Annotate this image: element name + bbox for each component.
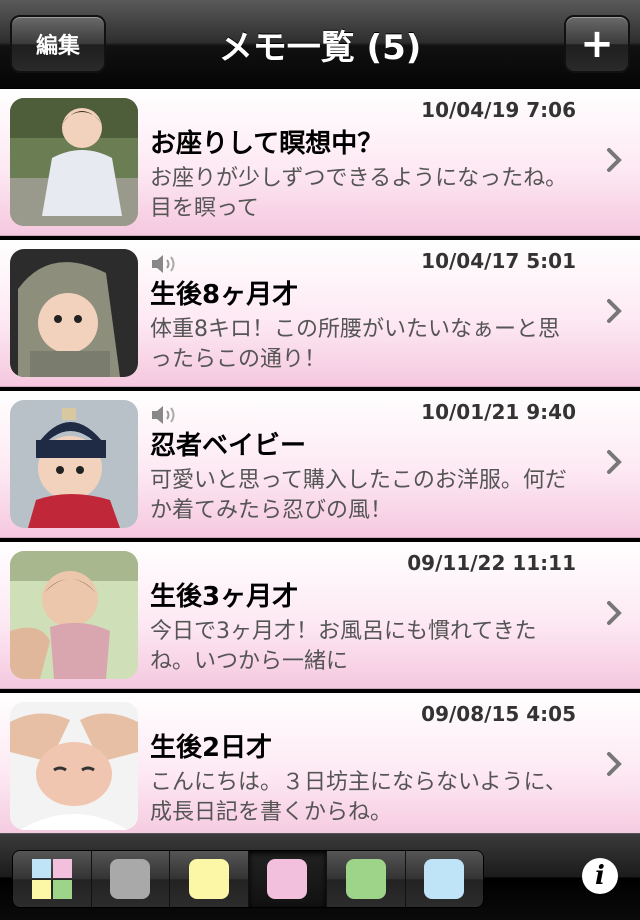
speaker-icon (152, 255, 175, 273)
memo-photo (10, 98, 138, 226)
edit-button[interactable]: 編集 (10, 15, 106, 73)
memo-body: こんにちは。３日坊主にならないように、成長日記を書くからね。 (150, 770, 567, 825)
memo-date: 09/08/15 4:05 (421, 702, 576, 726)
memo-body: 今日で3ヶ月才！お風呂にも慣れてきたね。いつから一緒に (150, 619, 537, 674)
memo-row[interactable]: 09/08/15 4:05 生後2日才 こんにちは。３日坊主にならないように、成… (0, 693, 640, 840)
chevron-right-icon (607, 601, 622, 625)
color-filter-segmented-control (12, 850, 484, 908)
memo-row[interactable]: 10/04/19 7:06 お座りして瞑想中？ お座りが少しずつできるようになっ… (0, 89, 640, 236)
filter-yellow-button[interactable] (170, 851, 249, 907)
memo-body: 体重8キロ！この所腰がいたいなぁーと思ったらこの通り！ (150, 317, 560, 372)
color-grid-icon (31, 859, 72, 899)
memo-photo (10, 249, 138, 377)
green-swatch (345, 859, 386, 899)
bottom-toolbar: i (0, 833, 640, 920)
memo-body: お座りが少しずつできるようになったね。目を瞑って (150, 166, 568, 221)
speaker-icon (152, 406, 175, 424)
blue-swatch (424, 859, 465, 899)
memo-title: 忍者ベイビー (150, 431, 307, 461)
memo-title: 生後2日才 (150, 733, 273, 763)
memo-photo (10, 702, 138, 830)
chevron-right-icon (607, 752, 622, 776)
add-memo-button[interactable]: + (564, 15, 630, 73)
memo-date: 10/04/19 7:06 (421, 98, 576, 122)
filter-all-button[interactable] (13, 851, 92, 907)
info-button[interactable]: i (582, 858, 618, 894)
gray-swatch (110, 859, 151, 899)
filter-green-button[interactable] (327, 851, 406, 907)
memo-date: 09/11/22 11:11 (407, 551, 576, 575)
chevron-right-icon (607, 299, 622, 323)
filter-blue-button[interactable] (405, 851, 483, 907)
memo-row[interactable]: 10/04/17 5:01 生後8ヶ月才 体重8キロ！この所腰がいたいなぁーと思… (0, 240, 640, 387)
chevron-right-icon (607, 450, 622, 474)
yellow-swatch (188, 859, 229, 899)
memo-date: 10/01/21 9:40 (421, 400, 576, 424)
memo-photo (10, 551, 138, 679)
memo-photo (10, 400, 138, 528)
memo-list: 10/04/19 7:06 お座りして瞑想中？ お座りが少しずつできるようになっ… (0, 89, 640, 844)
filter-pink-button[interactable] (248, 851, 327, 907)
filter-gray-button[interactable] (91, 851, 170, 907)
navigation-bar: 編集 メモ一覧 (5) + (0, 0, 640, 89)
memo-row[interactable]: 10/01/21 9:40 忍者ベイビー 可愛いと思って購入したこのお洋服。何だ… (0, 391, 640, 538)
memo-row[interactable]: 09/11/22 11:11 生後3ヶ月才 今日で3ヶ月才！お風呂にも慣れてきた… (0, 542, 640, 689)
chevron-right-icon (607, 148, 622, 172)
memo-title: 生後3ヶ月才 (150, 582, 299, 612)
pink-swatch (267, 859, 308, 899)
memo-body: 可愛いと思って購入したこのお洋服。何だか着てみたら忍びの風！ (150, 468, 567, 523)
memo-date: 10/04/17 5:01 (421, 249, 576, 273)
page-title: メモ一覧 (5) (218, 27, 422, 68)
memo-title: 生後8ヶ月才 (150, 280, 299, 310)
memo-title: お座りして瞑想中？ (150, 129, 384, 159)
